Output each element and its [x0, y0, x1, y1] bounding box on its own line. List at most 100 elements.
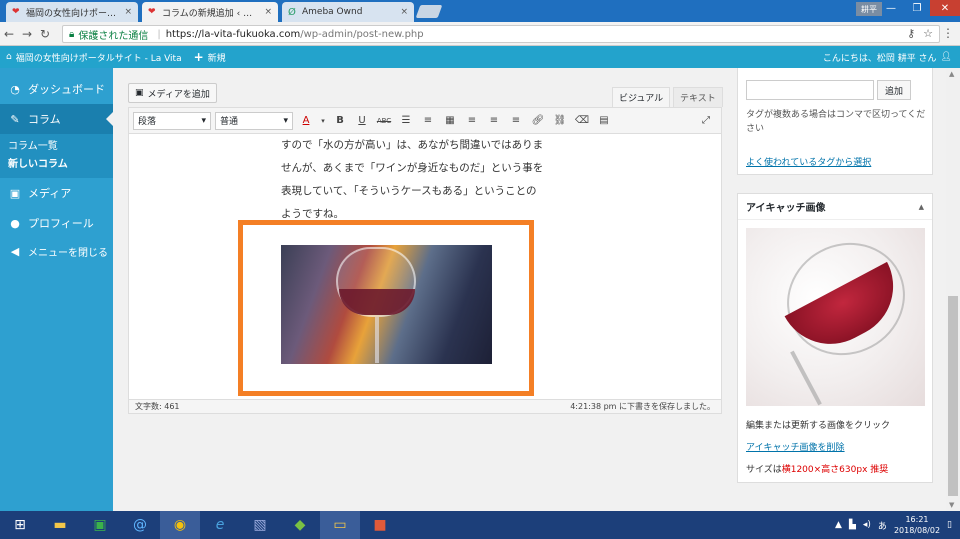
back-icon[interactable]: ← [0, 27, 18, 41]
table-icon[interactable]: ▦ [441, 112, 459, 130]
font-size-select[interactable]: 普通 ▾ [215, 111, 293, 130]
address-bar-row: ← → ↻ 🔒︎ 保護された通信 | https://la-vita-fukuo… [0, 22, 960, 46]
plus-icon: + [193, 50, 204, 64]
new-tab-button[interactable] [415, 5, 443, 18]
underline-icon[interactable]: U [353, 112, 371, 130]
align-right-icon[interactable]: ≡ [507, 112, 525, 130]
scroll-down-icon[interactable]: ▼ [949, 501, 954, 509]
browser-tab-2[interactable]: ❤ コラムの新規追加 ‹ 福岡の × [142, 2, 278, 22]
strikethrough-icon[interactable]: ABC [375, 112, 393, 130]
tab-text[interactable]: テキスト [673, 87, 723, 107]
photos-icon[interactable]: ▧ [240, 511, 280, 539]
notifications-icon[interactable]: ▯ [947, 520, 952, 530]
post-paragraph[interactable]: すので「水の方が高い」は、あながち間違いではありま せんが、あくまで「ワインが身… [281, 134, 571, 226]
clock[interactable]: 16:21 2018/08/02 [894, 514, 940, 536]
minimize-button[interactable]: — [878, 0, 904, 16]
restore-button[interactable]: ❐ [904, 0, 930, 16]
tab-close-icon[interactable]: × [400, 7, 408, 17]
bullet-list-icon[interactable]: ☰ [397, 112, 415, 130]
unlink-icon[interactable]: ⛓ [551, 112, 569, 130]
windows-start-icon[interactable]: ⊞ [0, 511, 40, 539]
key-icon[interactable]: ⚷ [907, 27, 915, 40]
new-label: 新規 [207, 53, 226, 64]
file-explorer-icon[interactable]: ▬ [40, 511, 80, 539]
link-icon[interactable]: 🔗︎ [529, 112, 547, 130]
sidebar-item-dashboard[interactable]: ◔ ダッシュボード [0, 74, 113, 104]
page-scrollbar[interactable]: ▲ ▼ [946, 68, 960, 511]
eraser-icon[interactable]: ⌫ [573, 112, 591, 130]
ie-icon[interactable]: e [200, 511, 240, 539]
reload-icon[interactable]: ↻ [36, 27, 54, 41]
chevron-up-icon[interactable]: ▲ [835, 520, 842, 530]
sidebar-item-column[interactable]: ✎ コラム [0, 104, 113, 134]
secure-label: 保護された通信 [78, 30, 149, 42]
site-name-link[interactable]: ⌂ 福岡の女性向けポータルサイト - La Vita [0, 51, 188, 64]
paste-text-icon[interactable]: ▤ [595, 112, 613, 130]
media-icon: ▣ [135, 88, 144, 98]
post-editor: 段落 ▾ 普通 ▾ A ▾ B U ABC ☰ ≡ ▦ ≡ ≡ ≡ 🔗︎ ⛓ ⌫… [128, 107, 722, 414]
editor-content[interactable]: すので「水の方が高い」は、あながち間違いではありま せんが、あくまで「ワインが身… [129, 134, 721, 399]
app-icon[interactable]: ■ [360, 511, 400, 539]
size-prefix: サイズは [746, 465, 782, 475]
volume-icon[interactable]: ◂) [863, 520, 871, 530]
forward-icon[interactable]: → [18, 27, 36, 41]
ime-indicator[interactable]: あ [878, 519, 887, 532]
edit-icon: ✎ [10, 112, 20, 126]
chevron-down-icon[interactable]: ▾ [319, 112, 327, 130]
add-media-button[interactable]: ▣ メディアを追加 [128, 83, 217, 103]
tag-hint: タグが複数ある場合はコンマで区切ってください [746, 110, 926, 134]
evernote-icon[interactable]: ◆ [280, 511, 320, 539]
sidebar-subitem-new-column[interactable]: 新しいコラム [8, 156, 113, 174]
featured-image-thumbnail[interactable] [746, 228, 925, 406]
tab-close-icon[interactable]: × [124, 7, 132, 17]
browser-tab-3[interactable]: Ø Ameba Ownd × [282, 2, 414, 22]
site-name: 福岡の女性向けポータルサイト - La Vita [15, 53, 182, 64]
tab-visual[interactable]: ビジュアル [612, 87, 671, 107]
sidebar-item-label: ダッシュボード [28, 83, 105, 96]
wine-glass-image[interactable] [281, 245, 492, 364]
sidebar-item-media[interactable]: ▣ メディア [0, 178, 113, 208]
featured-image-caption: 編集または更新する画像をクリック [746, 421, 891, 431]
mail-icon[interactable]: @ [120, 511, 160, 539]
sidebar-subitem-column-list[interactable]: コラム一覧 [8, 138, 113, 156]
account-menu[interactable]: こんにちは、松岡 耕平 さん 👤︎ [823, 46, 952, 68]
star-icon[interactable]: ☆ [923, 27, 933, 40]
scroll-up-icon[interactable]: ▲ [949, 70, 954, 78]
media-icon: ▣ [9, 186, 21, 200]
tag-input[interactable] [746, 80, 874, 100]
wp-admin-bar: ⌂ 福岡の女性向けポータルサイト - La Vita + 新規 こんにちは、松岡… [0, 46, 960, 68]
format-select[interactable]: 段落 ▾ [133, 111, 211, 130]
scroll-thumb[interactable] [948, 296, 958, 496]
remove-featured-image-link[interactable]: アイキャッチ画像を削除 [746, 440, 845, 453]
editor-toolbar: 段落 ▾ 普通 ▾ A ▾ B U ABC ☰ ≡ ▦ ≡ ≡ ≡ 🔗︎ ⛓ ⌫… [129, 108, 721, 134]
url-field[interactable]: 🔒︎ 保護された通信 | https://la-vita-fukuoka.com… [62, 25, 940, 43]
featured-image-header[interactable]: アイキャッチ画像 ▲ [738, 194, 932, 220]
menu-dots-icon[interactable]: ⋮ [942, 26, 954, 40]
chrome-icon[interactable]: ◉ [160, 511, 200, 539]
add-tag-button[interactable]: 追加 [877, 80, 912, 100]
choose-tags-link[interactable]: よく使われているタグから選択 [746, 155, 871, 168]
close-window-button[interactable]: ✕ [930, 0, 960, 16]
bold-icon[interactable]: B [331, 112, 349, 130]
outlook-icon[interactable]: ▭ [320, 511, 360, 539]
url-host: https://la-vita-fukuoka.com [165, 28, 301, 40]
collapse-triangle-icon[interactable]: ▲ [919, 203, 924, 211]
new-content-link[interactable]: + 新規 [188, 50, 232, 64]
tab-label: コラムの新規追加 ‹ 福岡の [162, 8, 261, 19]
browser-tab-1[interactable]: ❤ 福岡の女性向けポータルサイ × [6, 2, 138, 22]
tab-close-icon[interactable]: × [264, 7, 272, 17]
network-icon[interactable]: ▙ [849, 520, 856, 530]
tags-box: 追加 タグが複数ある場合はコンマで区切ってください よく使われているタグから選択 [737, 68, 933, 175]
sidebar-collapse-menu[interactable]: ◀ メニューを閉じる [0, 238, 113, 264]
tab-label: 福岡の女性向けポータルサイ [26, 8, 120, 19]
align-center-icon[interactable]: ≡ [485, 112, 503, 130]
featured-image-size-note: サイズは横1200×高さ630px 推奨 [746, 462, 888, 475]
sidebar-item-profile[interactable]: ● プロフィール [0, 208, 113, 238]
save-status: 4:21:38 pm に下書きを保存しました。 [570, 402, 715, 411]
store-icon[interactable]: ▣ [80, 511, 120, 539]
fullscreen-icon[interactable]: ⤢ [697, 112, 715, 130]
text-color-icon[interactable]: A [297, 112, 315, 130]
clock-date: 2018/08/02 [893, 526, 941, 535]
align-left-icon[interactable]: ≡ [463, 112, 481, 130]
numbered-list-icon[interactable]: ≡ [419, 112, 437, 130]
